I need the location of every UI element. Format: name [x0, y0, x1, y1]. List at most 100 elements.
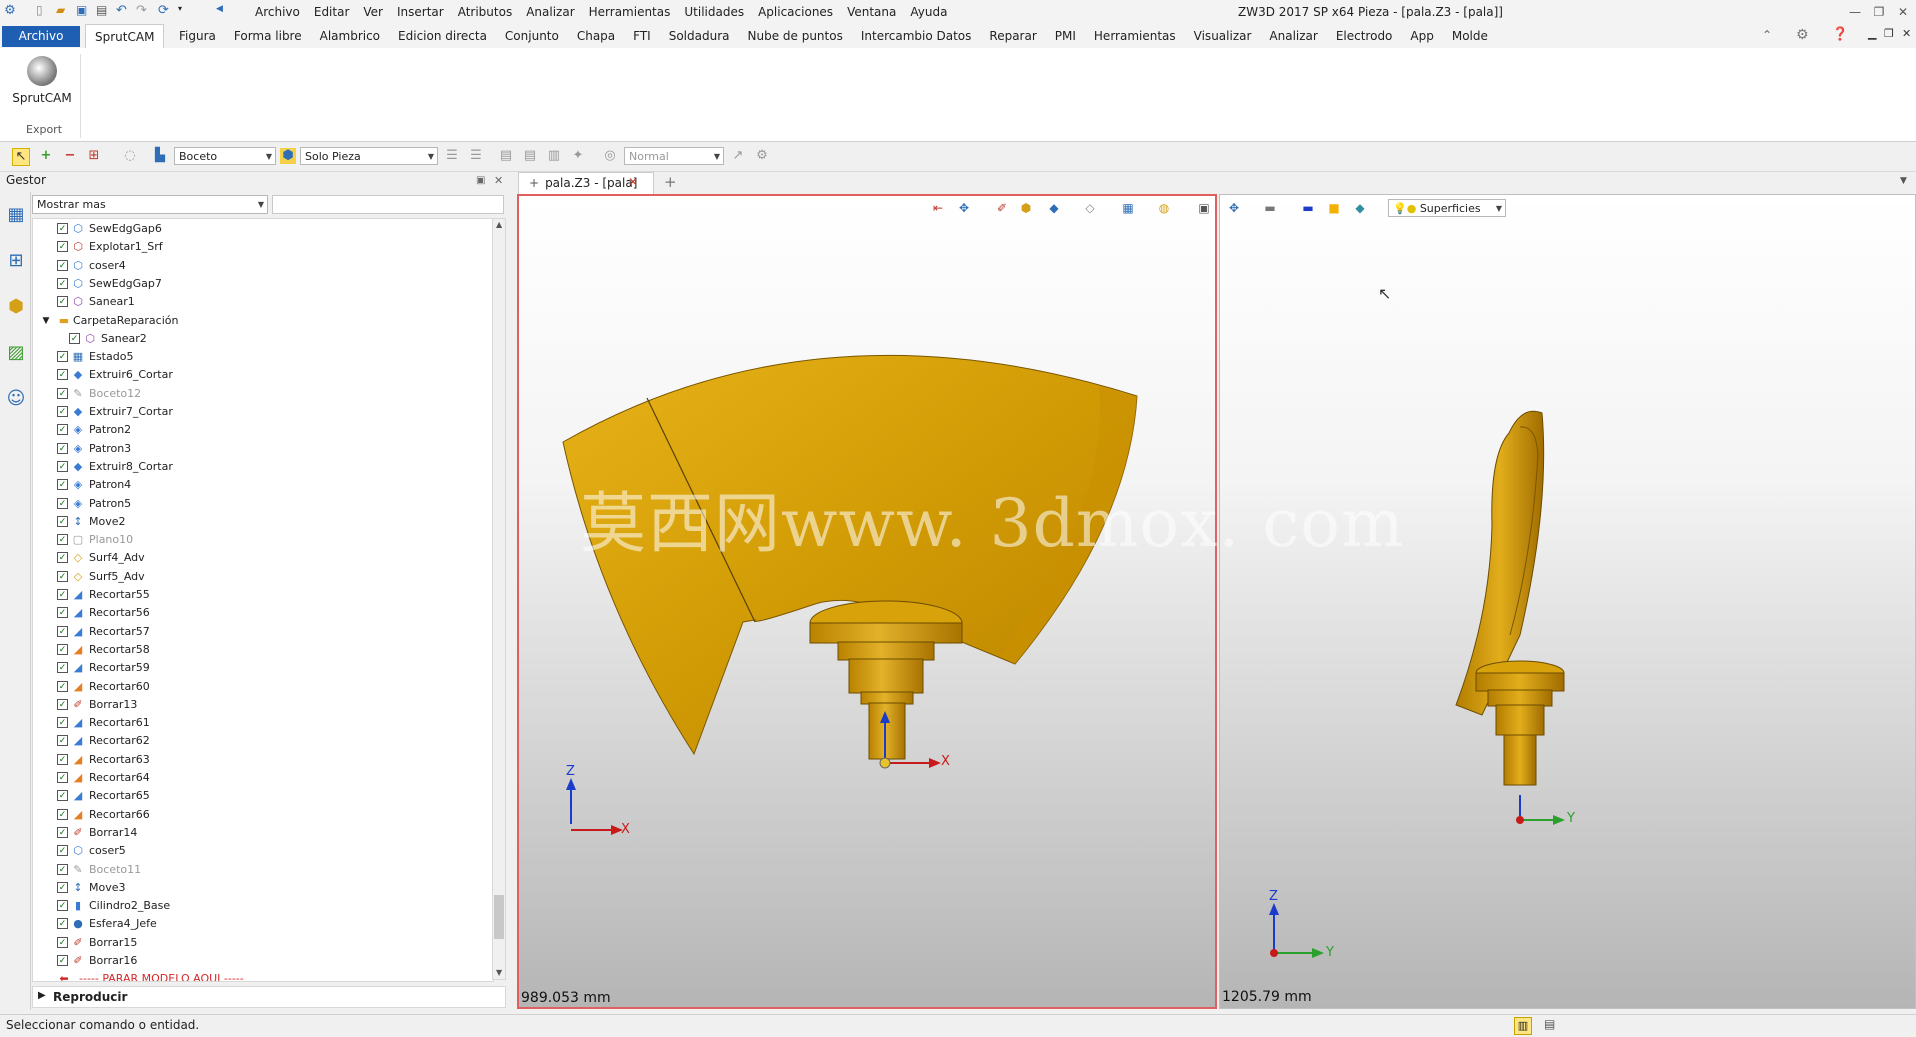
- tree-row[interactable]: ▼ ▬ CarpetaReparación: [33, 312, 493, 330]
- sprutcam-button[interactable]: SprutCAM: [8, 56, 76, 112]
- visibility-checkbox[interactable]: ✓: [57, 900, 68, 912]
- visibility-checkbox[interactable]: ✓: [57, 387, 68, 399]
- tree-row[interactable]: ✓ ↕ Move3: [33, 879, 493, 897]
- visibility-checkbox[interactable]: ✓: [57, 515, 68, 527]
- image-library-icon[interactable]: ▨: [5, 342, 27, 364]
- visibility-checkbox[interactable]: ✓: [57, 936, 68, 948]
- tree-row[interactable]: ✓ ✐ Borrar14: [33, 824, 493, 842]
- tree-row[interactable]: ✓ ▦ Estado5: [33, 348, 493, 366]
- tree-row[interactable]: ✓ ⬡ SewEdgGap6: [33, 220, 493, 238]
- view-mode-icon[interactable]: ◎: [602, 148, 618, 164]
- ribbon-tab-soldadura[interactable]: Soldadura: [660, 24, 739, 48]
- tree-row[interactable]: ✓ ◢ Recortar55: [33, 586, 493, 604]
- tree-row[interactable]: ✓ ◢ Recortar58: [33, 641, 493, 659]
- ribbon-tab-conjunto[interactable]: Conjunto: [496, 24, 568, 48]
- ribbon-tab-pmi[interactable]: PMI: [1046, 24, 1085, 48]
- expand-icon[interactable]: ▼: [39, 314, 53, 328]
- ribbon-tab-intercambio-datos[interactable]: Intercambio Datos: [852, 24, 981, 48]
- stack2-icon[interactable]: ▤: [522, 148, 538, 164]
- tree-row[interactable]: ✓ ◇ Surf5_Adv: [33, 568, 493, 586]
- ribbon-tab-analizar[interactable]: Analizar: [1260, 24, 1326, 48]
- menu-herramientas[interactable]: Herramientas: [582, 0, 678, 24]
- new-tab-icon[interactable]: +: [664, 173, 677, 191]
- tree-row[interactable]: ✓ ◈ Patron5: [33, 495, 493, 513]
- open-file-icon[interactable]: ▰: [56, 3, 72, 17]
- visibility-checkbox[interactable]: ✓: [57, 259, 68, 271]
- add-icon[interactable]: +: [38, 148, 54, 164]
- ribbon-tab-herramientas[interactable]: Herramientas: [1085, 24, 1185, 48]
- app-logo-icon[interactable]: ⚙: [2, 3, 18, 19]
- visibility-checkbox[interactable]: ✓: [57, 790, 68, 802]
- ribbon-tab-molde[interactable]: Molde: [1443, 24, 1497, 48]
- visibility-checkbox[interactable]: ✓: [57, 607, 68, 619]
- color-icon[interactable]: ■: [1326, 200, 1342, 216]
- menu-analizar[interactable]: Analizar: [519, 0, 581, 24]
- menu-utilidades[interactable]: Utilidades: [677, 0, 751, 24]
- tree-row[interactable]: ✓ ↕ Move2: [33, 513, 493, 531]
- filter-add-icon[interactable]: ⊞: [86, 148, 102, 164]
- part-view-icon[interactable]: ⬢: [1018, 200, 1034, 216]
- close-tab-icon[interactable]: ✕: [628, 175, 638, 189]
- stack3-icon[interactable]: ▥: [546, 148, 562, 164]
- visibility-checkbox[interactable]: ✓: [57, 479, 68, 491]
- pin-icon[interactable]: ✦: [570, 148, 586, 164]
- tree-row[interactable]: ✓ ◢ Recortar57: [33, 623, 493, 641]
- tree-row[interactable]: ✓ ◢ Recortar56: [33, 604, 493, 622]
- exit-view-icon[interactable]: ⇤: [930, 200, 946, 216]
- filter-combo[interactable]: Solo Pieza ▼: [300, 147, 438, 165]
- tree-row[interactable]: ✓ ◆ Extruir6_Cortar: [33, 366, 493, 384]
- tree-search-input[interactable]: [272, 195, 504, 214]
- collapse-ribbon-icon[interactable]: ⌃: [1762, 28, 1772, 42]
- visibility-checkbox[interactable]: ✓: [57, 698, 68, 710]
- visibility-checkbox[interactable]: ✓: [57, 643, 68, 655]
- ribbon-tab-alambrico[interactable]: Alambrico: [311, 24, 389, 48]
- visibility-checkbox[interactable]: ✓: [57, 863, 68, 875]
- tree-row[interactable]: ✓ ✎ Boceto11: [33, 861, 493, 879]
- visibility-checkbox[interactable]: ✓: [57, 625, 68, 637]
- ribbon-tab-chapa[interactable]: Chapa: [568, 24, 624, 48]
- tree-row[interactable]: ✓ ✐ Borrar15: [33, 934, 493, 952]
- tree-row[interactable]: ✓ ⬡ SewEdgGap7: [33, 275, 493, 293]
- plane-icon[interactable]: ▬: [1300, 200, 1316, 216]
- redo-icon[interactable]: ↷: [136, 3, 152, 18]
- assembly-tree-icon[interactable]: ⊞: [5, 250, 27, 272]
- ribbon-tab-fti[interactable]: FTI: [624, 24, 660, 48]
- tab-list-icon[interactable]: ▼: [1900, 176, 1907, 186]
- eraser-icon[interactable]: ✐: [994, 200, 1010, 216]
- scroll-up-icon[interactable]: ▲: [496, 220, 502, 229]
- sketch-combo[interactable]: Boceto ▼: [174, 147, 276, 165]
- doc-close-icon[interactable]: ✕: [1902, 27, 1911, 40]
- tree-row[interactable]: ✓ ◢ Recortar65: [33, 787, 493, 805]
- stop-model-marker[interactable]: ⬅ ----- PARAR MODELO AQUI -----: [33, 970, 493, 981]
- render-icon[interactable]: ◍: [1156, 200, 1172, 216]
- visibility-checkbox[interactable]: ✓: [57, 717, 68, 729]
- fit-view-icon[interactable]: ▣: [1196, 200, 1212, 216]
- ribbon-tab-nube-de-puntos[interactable]: Nube de puntos: [739, 24, 852, 48]
- menu-insertar[interactable]: Insertar: [390, 0, 451, 24]
- show-more-combo[interactable]: Mostrar mas ▼: [32, 195, 268, 214]
- ribbon-tab-app[interactable]: App: [1401, 24, 1442, 48]
- cursor-icon[interactable]: ↗: [730, 148, 746, 164]
- visibility-checkbox[interactable]: ✓: [69, 332, 80, 344]
- visibility-checkbox[interactable]: ✓: [57, 680, 68, 692]
- display-icon[interactable]: ▦: [1120, 200, 1136, 216]
- pick-icon[interactable]: ◌: [122, 148, 138, 164]
- menu-ayuda[interactable]: Ayuda: [903, 0, 954, 24]
- tree-row[interactable]: ✓ ⬡ Sanear2: [33, 330, 493, 348]
- visibility-checkbox[interactable]: ✓: [57, 753, 68, 765]
- tree-row[interactable]: ✓ ✐ Borrar16: [33, 952, 493, 970]
- ribbon-tab-forma-libre[interactable]: Forma libre: [225, 24, 311, 48]
- visibility-checkbox[interactable]: ✓: [57, 552, 68, 564]
- tree-row[interactable]: ✓ ◢ Recortar63: [33, 751, 493, 769]
- visibility-checkbox[interactable]: ✓: [57, 918, 68, 930]
- tree-row[interactable]: ✓ ◢ Recortar60: [33, 678, 493, 696]
- tree-row[interactable]: ✓ ◈ Patron4: [33, 476, 493, 494]
- menu-ver[interactable]: Ver: [356, 0, 390, 24]
- visibility-checkbox[interactable]: ✓: [57, 589, 68, 600]
- tab-sprutcam[interactable]: SprutCAM: [85, 24, 165, 49]
- tree-row[interactable]: ✓ ⬡ coser5: [33, 842, 493, 860]
- tree-row[interactable]: ✓ ◢ Recortar59: [33, 659, 493, 677]
- scroll-down-icon[interactable]: ▼: [496, 968, 502, 977]
- visibility-checkbox[interactable]: ✓: [57, 460, 68, 472]
- help-icon[interactable]: ❓: [1832, 27, 1848, 42]
